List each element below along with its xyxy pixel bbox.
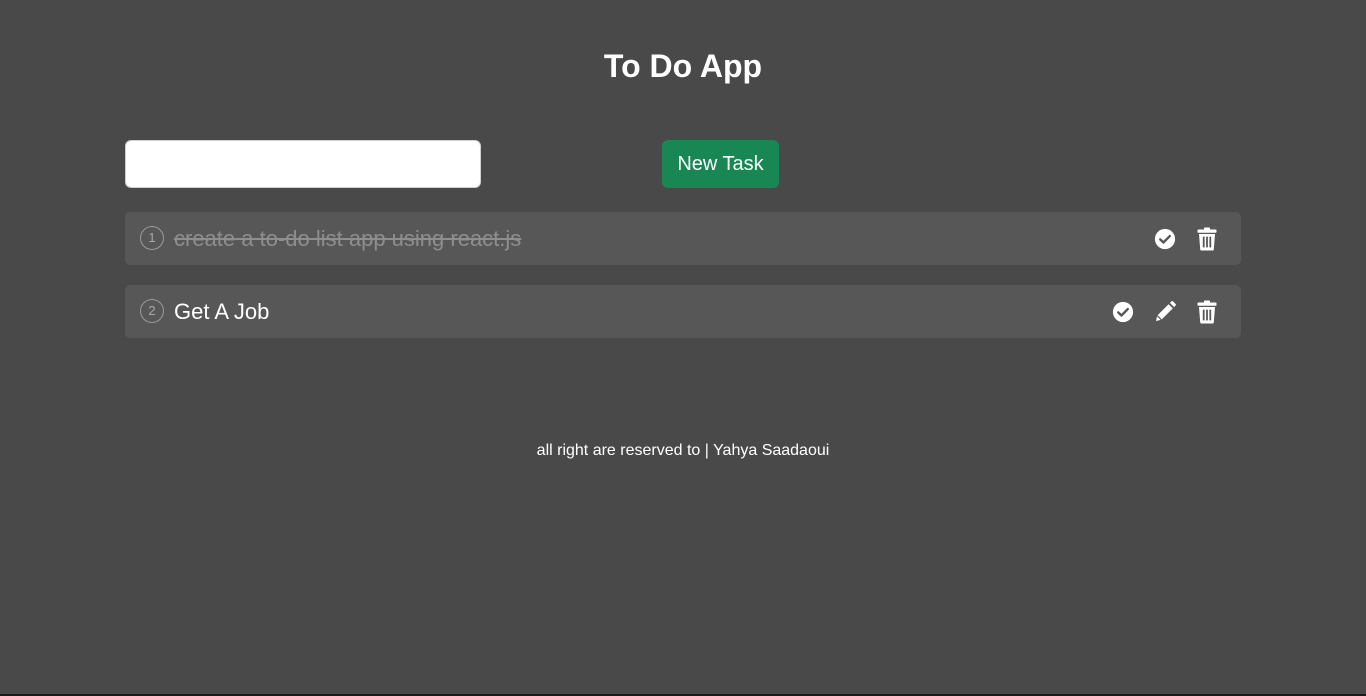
new-task-button[interactable]: New Task (662, 140, 779, 188)
check-circle-icon[interactable] (1111, 300, 1135, 324)
task-input[interactable] (125, 140, 481, 188)
task-text: Get A Job (174, 299, 270, 324)
app-page: To Do App New Task 1 create a to-do list… (0, 0, 1366, 696)
footer-credit: all right are reserved to | Yahya Saadao… (536, 442, 830, 459)
trash-icon[interactable] (1195, 300, 1219, 324)
pencil-icon[interactable] (1153, 300, 1177, 324)
task-number: 1 (140, 226, 164, 250)
task-actions (1111, 285, 1219, 338)
task-row: 1 create a to-do list app using react.js (125, 212, 1241, 265)
task-text: create a to-do list app using react.js (174, 226, 522, 251)
task-row: 2 Get A Job (125, 285, 1241, 338)
task-actions (1153, 212, 1219, 265)
task-list: 1 create a to-do list app using react.js (125, 212, 1241, 358)
task-number: 2 (140, 299, 164, 323)
page-title: To Do App (603, 48, 763, 84)
trash-icon[interactable] (1195, 227, 1219, 251)
check-circle-icon[interactable] (1153, 227, 1177, 251)
